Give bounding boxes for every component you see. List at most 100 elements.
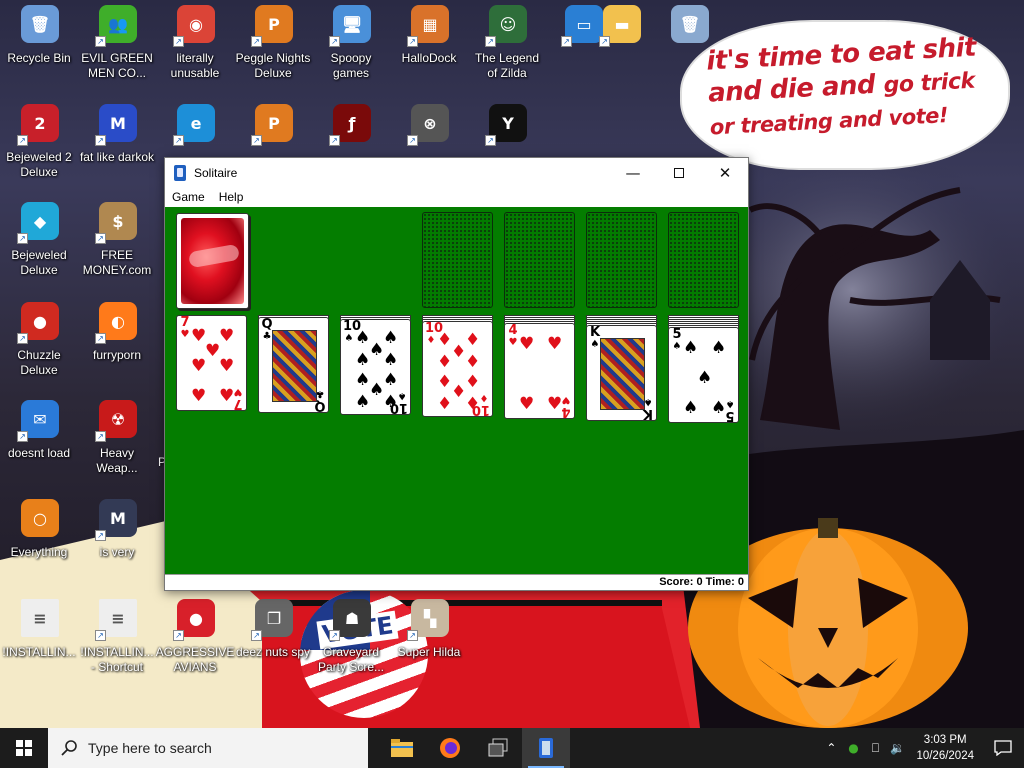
desktop-icon-graphic: P ↗ xyxy=(251,102,295,146)
desktop-icon[interactable]: ◉ ↗ literally unusable xyxy=(156,3,234,81)
desktop-icon[interactable]: ✉ ↗ doesnt load xyxy=(0,398,78,461)
desktop-icon[interactable]: ▚ ↗ Super Hilda xyxy=(390,597,468,660)
desktop-icon[interactable]: ☢ ↗ Heavy Weap... xyxy=(78,398,156,476)
maximize-button[interactable] xyxy=(656,158,702,187)
clock[interactable]: 3:03 PM 10/26/2024 xyxy=(908,732,982,764)
shortcut-arrow-icon: ↗ xyxy=(17,233,28,244)
desktop-icon[interactable]: M ↗ is very xyxy=(78,497,156,560)
notification-center-button[interactable] xyxy=(982,728,1024,768)
desktop-icon[interactable]: ◐ ↗ furryporn xyxy=(78,300,156,363)
desktop-icon[interactable]: ● ↗ Chuzzle Deluxe xyxy=(0,300,78,378)
taskbar-firefox[interactable] xyxy=(426,728,474,768)
shortcut-arrow-icon: ↗ xyxy=(251,135,262,146)
desktop-icon[interactable]: ⊗ ↗ xyxy=(390,102,468,146)
search-icon xyxy=(61,740,77,756)
desktop-icon[interactable]: ≡ ↗ !INSTALLIN... - Shortcut xyxy=(78,597,156,675)
close-button[interactable]: ✕ xyxy=(702,158,748,187)
desktop-icon-graphic: 2 ↗ xyxy=(17,102,61,146)
shortcut-arrow-icon: ↗ xyxy=(561,36,572,47)
desktop-icon[interactable]: ❐ ↗ deez nuts spy xyxy=(234,597,312,660)
minimize-button[interactable]: — xyxy=(610,158,656,187)
desktop-icon[interactable]: $ ↗ FREE MONEY.com xyxy=(78,200,156,278)
desktop-icon[interactable]: ◆ ↗ Bejeweled Deluxe xyxy=(0,200,78,278)
taskbar-solitaire[interactable] xyxy=(522,728,570,768)
tableau-card[interactable]: 10 ♦ 10 ♦ ♦ ♦ ♦ ♦ ♦ ♦ ♦ ♦ ♦ ♦ xyxy=(422,321,493,417)
card-pip: ♠ xyxy=(355,350,371,370)
stock-pile[interactable] xyxy=(176,213,249,309)
desktop-icon[interactable]: ☗ ↗ Graveyard Party Scre... xyxy=(312,597,390,675)
desktop-icon[interactable]: ○ Everything xyxy=(0,497,78,560)
card-pip: ♦ xyxy=(465,352,481,372)
foundation-slot-4[interactable] xyxy=(668,212,739,308)
desktop-icon[interactable]: ● ↗ AGGRESSIVE AVIANS xyxy=(156,597,234,675)
desktop-icon[interactable]: 🗑 Recycle Bin xyxy=(0,3,78,66)
card-pip: ♦ xyxy=(451,382,467,402)
desktop-icon-graphic: ▬ ↗ xyxy=(599,3,643,47)
shortcut-arrow-icon: ↗ xyxy=(17,333,28,344)
status-bar: Score: 0 Time: 0 xyxy=(165,574,748,590)
notification-icon xyxy=(994,740,1012,756)
solitaire-window[interactable]: Solitaire — ✕ Game Help 7 ♥ 7 ♥ ♥ ♥ ♥ ♥ ♥ ♥ ♥ Q ♣ Q ♣ 1… xyxy=(164,157,749,591)
card-pip: ♥ xyxy=(547,334,563,354)
desktop-icon-label: Heavy Weap... xyxy=(96,446,138,475)
court-card-face xyxy=(600,338,645,410)
tableau-card[interactable]: 10 ♠ 10 ♠ ♠ ♠ ♠ ♠ ♠ ♠ ♠ ♠ ♠ ♠ xyxy=(340,319,411,415)
desktop-icon[interactable]: e ↗ xyxy=(156,102,234,146)
desktop-icon-graphic: ● ↗ xyxy=(17,300,61,344)
desktop-icon[interactable]: 🗑 xyxy=(650,3,728,47)
desktop-icon-graphic: M ↗ xyxy=(95,102,139,146)
card-pip: ♥ xyxy=(219,386,235,406)
tableau-card[interactable]: 7 ♥ 7 ♥ ♥ ♥ ♥ ♥ ♥ ♥ ♥ xyxy=(176,315,247,411)
taskbar-file-explorer[interactable] xyxy=(378,728,426,768)
desktop-icon[interactable]: P ↗ Peggle Nights Deluxe xyxy=(234,3,312,81)
card-pip: ♠ xyxy=(711,338,727,358)
taskbar-window-switcher[interactable] xyxy=(474,728,522,768)
card-index: 7 ♥ xyxy=(179,316,191,341)
window-title: Solitaire xyxy=(194,165,238,180)
desktop-icon[interactable]: 🖥 ↗ Spoopy games xyxy=(312,3,390,81)
title-bar[interactable]: Solitaire — ✕ xyxy=(165,158,748,187)
desktop-icon[interactable]: ƒ ↗ xyxy=(312,102,390,146)
shortcut-arrow-icon: ↗ xyxy=(485,135,496,146)
card-pip: ♥ xyxy=(219,356,235,376)
text-file-icon: ≡ xyxy=(21,599,59,637)
desktop-icon-graphic: ● ↗ xyxy=(173,597,217,641)
tableau-card[interactable]: Q ♣ Q ♣ xyxy=(258,317,329,413)
user-tray-icon[interactable]: ● xyxy=(842,728,864,768)
foundation-slot-3[interactable] xyxy=(586,212,657,308)
desktop-icon[interactable]: Y ↗ xyxy=(468,102,546,146)
folder-icon xyxy=(391,739,413,757)
menu-help[interactable]: Help xyxy=(219,190,244,204)
desktop-icon[interactable]: ☺ ↗ The Legend of Zilda xyxy=(468,3,546,81)
desktop-icon[interactable]: 2 ↗ Bejeweled 2 Deluxe xyxy=(0,102,78,180)
card-pip: ♦ xyxy=(437,394,453,414)
desktop-icon[interactable]: 👥 ↗ EVIL GREEN MEN CO... xyxy=(78,3,156,81)
desktop-icon-graphic: ☺ ↗ xyxy=(485,3,529,47)
search-box[interactable]: Type here to search xyxy=(48,728,368,768)
foundation-slot-2[interactable] xyxy=(504,212,575,308)
tableau-card[interactable]: 4 ♥ 4 ♥ ♥ ♥ ♥ ♥ xyxy=(504,323,575,419)
desktop-icon[interactable]: M ↗ fat like darkok xyxy=(78,102,156,165)
card-pip: ♦ xyxy=(437,352,453,372)
card-pip: ♠ xyxy=(383,392,399,412)
card-pip: ♠ xyxy=(711,398,727,418)
card-pip: ♦ xyxy=(451,342,467,362)
shortcut-arrow-icon: ↗ xyxy=(329,36,340,47)
tableau-card[interactable]: K ♠ K ♠ xyxy=(586,325,657,421)
solitaire-icon xyxy=(539,738,553,758)
foundation-slot-1[interactable] xyxy=(422,212,493,308)
tableau-card[interactable]: 5 ♠ 5 ♠ ♠ ♠ ♠ ♠ ♠ xyxy=(668,327,739,423)
desktop-icon[interactable]: ▦ ↗ HalloDock xyxy=(390,3,468,66)
desktop-icon[interactable]: P ↗ xyxy=(234,102,312,146)
volume-icon[interactable]: 🔉 xyxy=(886,728,908,768)
start-button[interactable] xyxy=(0,728,48,768)
menu-game[interactable]: Game xyxy=(172,190,205,204)
card-pip: ♥ xyxy=(191,386,207,406)
shortcut-arrow-icon: ↗ xyxy=(95,135,106,146)
desktop-icon-graphic: $ ↗ xyxy=(95,200,139,244)
chevron-up-icon[interactable]: ⌃ xyxy=(820,728,842,768)
desktop-icon-graphic: M ↗ xyxy=(95,497,139,541)
network-icon[interactable]: ⎕ xyxy=(864,728,886,768)
desktop-icon[interactable]: ▬ ↗ xyxy=(582,3,660,47)
desktop-icon[interactable]: ≡ !INSTALLIN... xyxy=(0,597,78,660)
